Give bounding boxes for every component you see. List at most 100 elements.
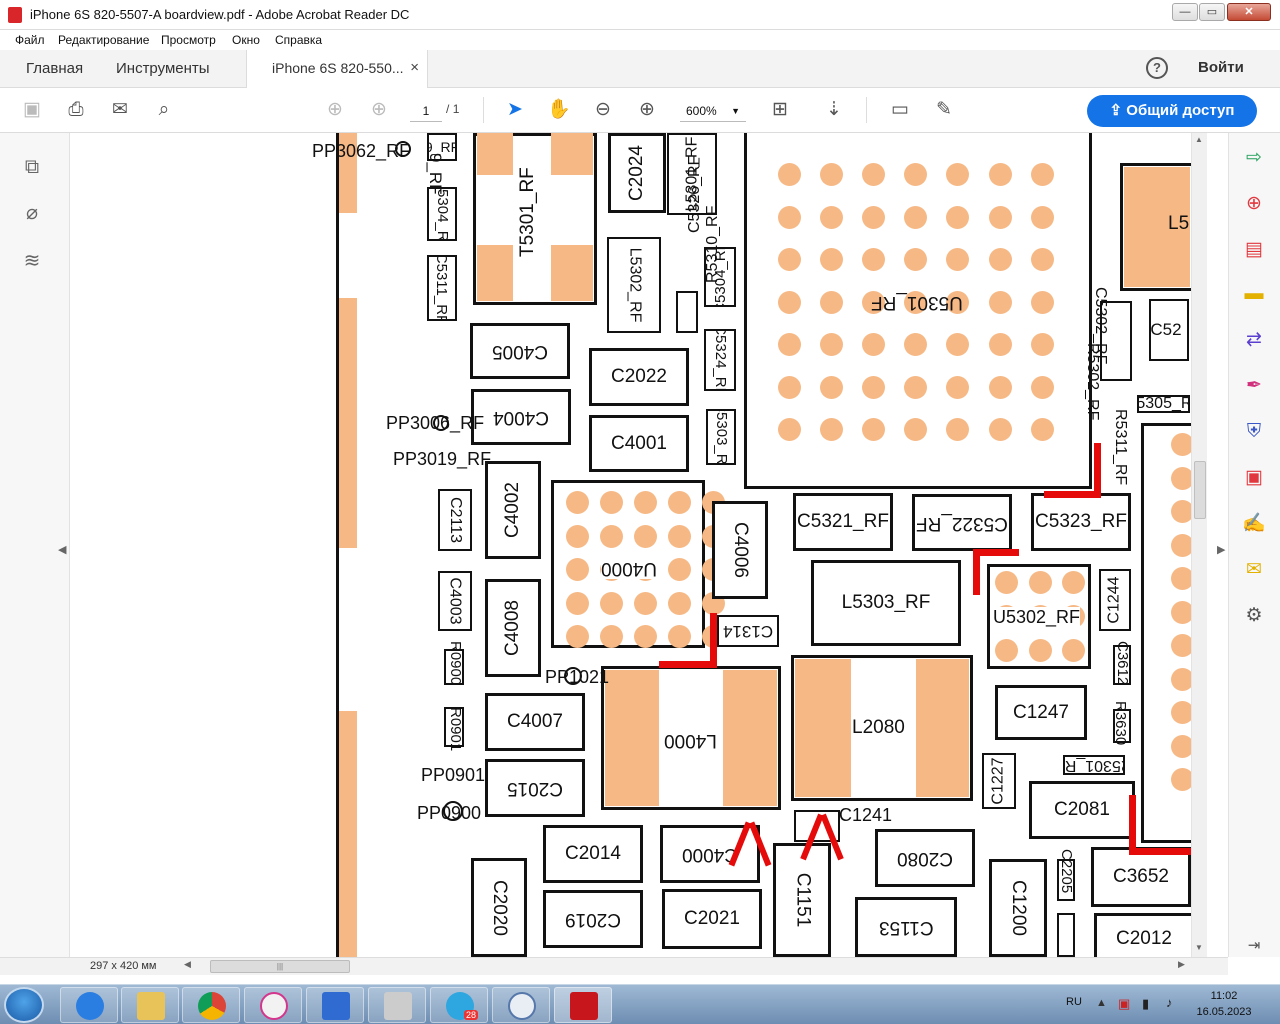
select-cursor-icon[interactable]: ➤: [503, 98, 527, 122]
component-c2024[interactable]: C2024: [608, 133, 666, 213]
component-c4002[interactable]: C4002: [485, 461, 541, 559]
taskbar-telegram[interactable]: 28: [430, 987, 488, 1023]
layers-icon[interactable]: ≋: [20, 249, 44, 273]
menu-view[interactable]: Просмотр: [161, 33, 216, 47]
taskbar-app2[interactable]: [492, 987, 550, 1023]
component-c5324[interactable]: C5324_RF: [704, 329, 736, 391]
component-c5321[interactable]: C5321_RF: [793, 493, 893, 551]
component-c4001[interactable]: C4001: [589, 415, 689, 472]
combine-files-icon[interactable]: ⇄: [1241, 327, 1267, 353]
email-icon[interactable]: ✉: [108, 98, 132, 122]
component-c5303[interactable]: C5303_RF: [706, 409, 736, 465]
menu-help[interactable]: Справка: [275, 33, 322, 47]
clock[interactable]: 11:02 16.05.2023: [1196, 988, 1252, 1020]
taskbar-acrobat[interactable]: [554, 987, 612, 1023]
scroll-left-icon[interactable]: ◀: [184, 959, 191, 970]
fit-page-icon[interactable]: ⊞: [768, 98, 792, 122]
taskbar-calculator[interactable]: [368, 987, 426, 1023]
tab-document[interactable]: iPhone 6S 820-550... ×: [246, 50, 428, 88]
taskbar-itunes[interactable]: [244, 987, 302, 1023]
component-r5310[interactable]: [676, 291, 698, 333]
tab-close-icon[interactable]: ×: [410, 59, 419, 76]
fill-sign-icon[interactable]: ✒: [1241, 373, 1267, 399]
component-c4004[interactable]: C4004: [471, 389, 571, 445]
page-thumbnails-icon[interactable]: ⧉: [20, 155, 44, 179]
help-icon[interactable]: ?: [1146, 57, 1168, 79]
component-c2022[interactable]: C2022: [589, 348, 689, 406]
highlight-pen-icon[interactable]: ✎: [932, 98, 956, 122]
organize-pages-icon[interactable]: ▤: [1241, 237, 1267, 263]
menu-window[interactable]: Окно: [232, 33, 260, 47]
horizontal-scrollbar-thumb[interactable]: |||: [210, 960, 350, 973]
scroll-down-icon[interactable]: ▼: [1195, 943, 1203, 952]
component-c3652[interactable]: C3652: [1091, 847, 1191, 907]
tray-arrow-icon[interactable]: ▲: [1096, 997, 1107, 1009]
taskbar-explorer[interactable]: [121, 987, 179, 1023]
component-c1153[interactable]: C1153: [855, 897, 957, 957]
scroll-up-icon[interactable]: ▲: [1195, 135, 1203, 144]
component-r5304[interactable]: R5304_RF: [427, 187, 457, 241]
share-button[interactable]: ⇪ Общий доступ: [1087, 95, 1257, 127]
scrollbar-thumb[interactable]: [1194, 461, 1206, 519]
menu-edit[interactable]: Редактирование: [58, 33, 149, 47]
send-for-comments-icon[interactable]: ✉: [1241, 557, 1267, 583]
tab-home[interactable]: Главная: [26, 60, 83, 77]
print-icon[interactable]: ⎙: [64, 98, 88, 122]
component-c2019[interactable]: C2019: [543, 890, 643, 948]
page-number-input[interactable]: 1: [410, 100, 442, 122]
minimize-button[interactable]: —: [1172, 3, 1198, 21]
component-c2021[interactable]: C2021: [662, 889, 762, 949]
component-l5302[interactable]: L5302_RF: [607, 237, 661, 333]
component-c5311[interactable]: C5311_RF: [427, 255, 457, 321]
component-c2015[interactable]: C2015: [485, 759, 585, 817]
component-c1151[interactable]: C1151: [773, 843, 831, 957]
component-c5322[interactable]: C5322_RF: [912, 494, 1012, 551]
comment-icon[interactable]: ▭: [888, 98, 912, 122]
component-c2081[interactable]: C2081: [1029, 781, 1135, 839]
scroll-right-icon[interactable]: ▶: [1178, 959, 1185, 970]
collapse-right-pane-icon[interactable]: ▶: [1217, 543, 1225, 556]
compress-pdf-icon[interactable]: ▣: [1241, 465, 1267, 491]
component-c2113[interactable]: C2113: [438, 489, 472, 551]
page-up-icon[interactable]: ⊕: [323, 98, 347, 122]
component-c1244[interactable]: C1244: [1099, 569, 1131, 631]
create-pdf-icon[interactable]: ⊕: [1241, 191, 1267, 217]
volume-icon[interactable]: ♪: [1166, 995, 1173, 1010]
component-c1314[interactable]: C1314: [717, 615, 779, 647]
zoom-select[interactable]: 600% ▼: [680, 100, 746, 122]
maximize-button[interactable]: ▭: [1199, 3, 1225, 21]
signal-icon[interactable]: ▮: [1142, 996, 1149, 1012]
menu-file[interactable]: Файл: [15, 33, 45, 47]
comment-tool-icon[interactable]: ▬: [1241, 281, 1267, 307]
document-view[interactable]: T5301_RF U5301_RF U4000 U5302_RF L4000 L…: [71, 133, 1191, 957]
component-c2012[interactable]: C2012: [1094, 913, 1191, 957]
expand-tools-icon[interactable]: ⇥: [1241, 933, 1267, 959]
attachments-icon[interactable]: ⌀: [20, 201, 44, 225]
component-c2080[interactable]: C2080: [875, 829, 975, 887]
vertical-scrollbar[interactable]: ▲ ▼: [1191, 133, 1207, 957]
tab-tools[interactable]: Инструменты: [116, 60, 210, 77]
request-signature-icon[interactable]: ✍: [1241, 511, 1267, 537]
expand-left-pane-icon[interactable]: ◀: [58, 543, 66, 556]
taskbar-chrome[interactable]: [182, 987, 240, 1023]
component-c1200[interactable]: C1200: [989, 859, 1047, 957]
export-pdf-icon[interactable]: ⇨: [1241, 145, 1267, 171]
component-c4007[interactable]: C4007: [485, 693, 585, 751]
save-icon[interactable]: ▣: [20, 98, 44, 122]
hand-tool-icon[interactable]: ✋: [547, 98, 571, 122]
component-r5305[interactable]: R5305_RF: [1137, 395, 1190, 413]
scroll-mode-icon[interactable]: ⇣: [822, 98, 846, 122]
close-window-button[interactable]: ✕: [1227, 3, 1271, 21]
language-indicator[interactable]: RU: [1066, 996, 1082, 1008]
component-c2206[interactable]: [1057, 913, 1075, 957]
component-c52[interactable]: C52: [1149, 299, 1189, 361]
more-tools-icon[interactable]: ⚙: [1241, 603, 1267, 629]
component-c2020[interactable]: C2020: [471, 858, 527, 957]
component-c4003[interactable]: C4003: [438, 571, 472, 631]
zoom-out-icon[interactable]: ⊖: [591, 98, 615, 122]
component-r5301[interactable]: R5301_RF: [1063, 755, 1125, 775]
component-c4006[interactable]: C4006: [712, 501, 768, 599]
zoom-in-icon[interactable]: ⊕: [635, 98, 659, 122]
component-c4005[interactable]: C4005: [470, 323, 570, 379]
taskbar-ie[interactable]: [60, 987, 118, 1023]
